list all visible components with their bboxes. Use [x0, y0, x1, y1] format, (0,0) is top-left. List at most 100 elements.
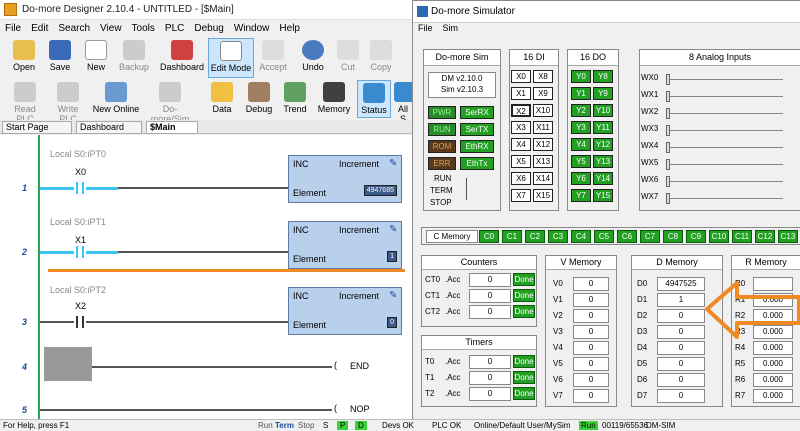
di-x7[interactable]: X7 [511, 189, 531, 202]
new-button[interactable]: New [80, 40, 112, 72]
v-value[interactable]: 0 [573, 357, 609, 371]
c-bit-c9[interactable]: C9 [686, 230, 706, 243]
inc-instruction[interactable]: INC Increment ✎ Element 4947685 [288, 155, 402, 203]
contact-x0[interactable] [76, 182, 84, 194]
c-bit-c12[interactable]: C12 [755, 230, 775, 243]
contact-x2[interactable] [76, 316, 84, 328]
c-bit-c6[interactable]: C6 [617, 230, 637, 243]
di-x3[interactable]: X3 [511, 121, 531, 134]
open-button[interactable]: Open [8, 40, 40, 72]
contact-x1[interactable] [76, 246, 84, 258]
rung-1[interactable]: Local S0:iPT0 X0 1 INC Increment ✎ Eleme… [0, 145, 412, 211]
cursor-cell[interactable] [44, 347, 92, 381]
tab-dashboard[interactable]: Dashboard [76, 121, 142, 134]
v-value[interactable]: 0 [573, 389, 609, 403]
d-value[interactable]: 0 [657, 309, 705, 323]
analog-slider-knob[interactable] [666, 91, 670, 102]
d-value[interactable]: 0 [657, 373, 705, 387]
analog-slider-knob[interactable] [666, 159, 670, 170]
di-x9[interactable]: X9 [533, 87, 553, 100]
r-value[interactable]: 0.000 [753, 357, 793, 371]
di-x14[interactable]: X14 [533, 172, 553, 185]
backup-button[interactable]: Backup [116, 40, 152, 72]
r-value[interactable]: 0.000 [753, 341, 793, 355]
accept-button[interactable]: Accept [256, 40, 290, 72]
v-value[interactable]: 0 [573, 309, 609, 323]
tab-main[interactable]: $Main [146, 121, 198, 134]
menu-tools[interactable]: Tools [127, 22, 160, 35]
edit-mode-button[interactable]: Edit Mode [208, 38, 254, 78]
c-bit-c0[interactable]: C0 [479, 230, 499, 243]
analog-slider-knob[interactable] [666, 125, 670, 136]
counter-acc-value[interactable]: 0 [469, 289, 511, 303]
di-x2[interactable]: X2 [511, 104, 531, 117]
analog-slider-knob[interactable] [666, 193, 670, 204]
r-value[interactable]: 0.000 [753, 373, 793, 387]
c-bit-c5[interactable]: C5 [594, 230, 614, 243]
dashboard-button[interactable]: Dashboard [160, 40, 204, 72]
timer-acc-value[interactable]: 0 [469, 387, 511, 401]
menu-file[interactable]: File [0, 22, 26, 35]
menu-window[interactable]: Window [229, 22, 275, 35]
new-online-button[interactable]: New Online [92, 82, 140, 114]
di-x13[interactable]: X13 [533, 155, 553, 168]
v-value[interactable]: 0 [573, 373, 609, 387]
c-bit-c1[interactable]: C1 [502, 230, 522, 243]
d-value[interactable]: 1 [657, 293, 705, 307]
analog-slider-knob[interactable] [666, 176, 670, 187]
di-x1[interactable]: X1 [511, 87, 531, 100]
c-bit-c7[interactable]: C7 [640, 230, 660, 243]
c-bit-c4[interactable]: C4 [571, 230, 591, 243]
do-more-sim-button[interactable]: Do-more/Sim [144, 82, 196, 124]
v-value[interactable]: 0 [573, 277, 609, 291]
counter-acc-value[interactable]: 0 [469, 273, 511, 287]
analog-slider-knob[interactable] [666, 142, 670, 153]
end-coil[interactable]: END [350, 361, 369, 371]
debug-button[interactable]: Debug [244, 82, 274, 114]
ladder-editor[interactable]: Local S0:iPT0 X0 1 INC Increment ✎ Eleme… [0, 135, 412, 419]
undo-button[interactable]: Undo [298, 40, 328, 72]
cut-button[interactable]: Cut [334, 40, 362, 72]
menu-help[interactable]: Help [274, 22, 305, 35]
data-button[interactable]: Data [208, 82, 236, 114]
d-value[interactable]: 0 [657, 357, 705, 371]
r-value[interactable]: 0.000 [753, 389, 793, 403]
status-button[interactable]: Status [357, 80, 391, 118]
v-value[interactable]: 0 [573, 293, 609, 307]
di-x15[interactable]: X15 [533, 189, 553, 202]
save-button[interactable]: Save [44, 40, 76, 72]
c-bit-c10[interactable]: C10 [709, 230, 729, 243]
d-value[interactable]: 0 [657, 389, 705, 403]
nop-coil[interactable]: NOP [350, 404, 370, 414]
menu-debug[interactable]: Debug [189, 22, 228, 35]
c-bit-c3[interactable]: C3 [548, 230, 568, 243]
rung-4[interactable]: 4 ( END [0, 347, 412, 387]
c-bit-c8[interactable]: C8 [663, 230, 683, 243]
mode-switch[interactable] [466, 178, 480, 200]
analog-slider-knob[interactable] [666, 74, 670, 85]
rung-3[interactable]: Local S0:iPT2 X2 3 INC Increment ✎ Eleme… [0, 281, 412, 347]
tab-start-page[interactable]: Start Page [2, 121, 72, 134]
di-x6[interactable]: X6 [511, 172, 531, 185]
counter-acc-value[interactable]: 0 [469, 305, 511, 319]
c-bit-c13[interactable]: C13 [778, 230, 798, 243]
menu-view[interactable]: View [95, 22, 127, 35]
sim-menu-sim[interactable]: Sim [438, 23, 464, 33]
di-x4[interactable]: X4 [511, 138, 531, 151]
sim-menu-file[interactable]: File [413, 23, 438, 33]
d-value[interactable]: 0 [657, 325, 705, 339]
menu-search[interactable]: Search [53, 22, 95, 35]
inc-instruction[interactable]: INC Increment ✎ Element 0 [288, 287, 402, 335]
rung-5[interactable]: 5 ( NOP [0, 397, 412, 419]
d-value[interactable]: 4947525 [657, 277, 705, 291]
c-bit-c2[interactable]: C2 [525, 230, 545, 243]
timer-acc-value[interactable]: 0 [469, 371, 511, 385]
copy-button[interactable]: Copy [366, 40, 396, 72]
c-bit-c11[interactable]: C11 [732, 230, 752, 243]
rung-2[interactable]: Local S0:iPT1 X1 2 INC Increment ✎ Eleme… [0, 215, 412, 281]
trend-button[interactable]: Trend [280, 82, 310, 114]
v-value[interactable]: 0 [573, 341, 609, 355]
memory-button[interactable]: Memory [316, 82, 352, 114]
menu-edit[interactable]: Edit [26, 22, 53, 35]
timer-acc-value[interactable]: 0 [469, 355, 511, 369]
